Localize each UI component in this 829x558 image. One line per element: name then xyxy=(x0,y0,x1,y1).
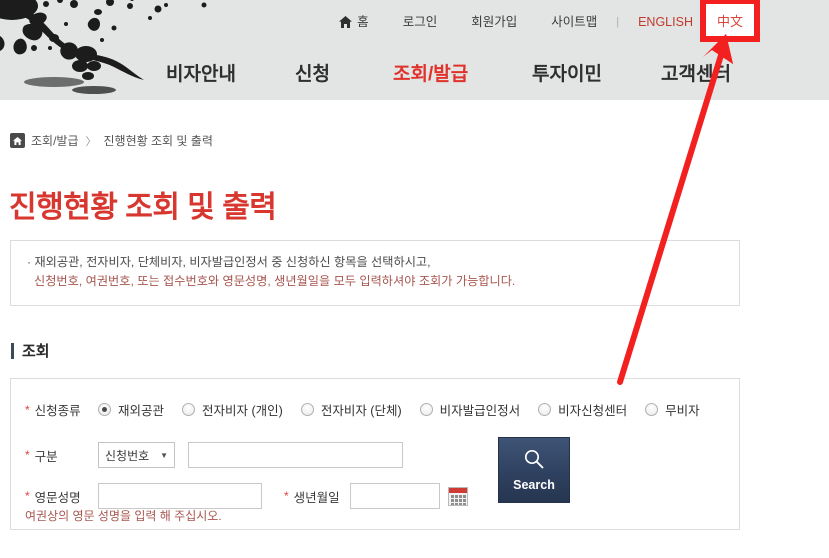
notice-bullet: · xyxy=(27,255,32,269)
application-type-label-cell: * 신청종류 xyxy=(25,400,98,419)
util-nav-home-label: 홈 xyxy=(357,15,369,29)
field-row-name-dob: * 영문성명 * 생년월일 xyxy=(25,483,468,509)
radio-label-0: 재외공관 xyxy=(118,404,165,418)
radio-label-1: 전자비자 (개인) xyxy=(202,404,283,418)
main-nav: 비자안내 신청 조회/발급 투자이민 고객센터 xyxy=(0,46,829,100)
required-mark-application-type: * xyxy=(25,402,30,417)
main-nav-item-customer-center[interactable]: 고객센터 xyxy=(661,59,731,86)
required-mark-birth-date: * xyxy=(284,489,289,503)
gubun-select[interactable]: 신청번호 ▼ xyxy=(98,442,175,468)
radio-dot-icon[interactable] xyxy=(645,403,659,416)
gubun-label-cell: * 구분 xyxy=(25,446,98,465)
home-icon xyxy=(339,16,353,28)
search-button-label: Search xyxy=(513,478,555,492)
breadcrumb-home-icon[interactable] xyxy=(10,133,25,148)
required-mark-gubun: * xyxy=(25,448,30,462)
required-mark-english-name: * xyxy=(25,489,30,503)
birth-date-label: 생년월일 xyxy=(293,490,340,505)
radio-label-3: 비자발급인정서 xyxy=(439,404,521,418)
radio-option-evisa-group[interactable]: 전자비자 (단체) xyxy=(300,400,402,419)
search-form-panel: * 신청종류 재외공관 전자비자 (개인) 전자비자 (단체) 비자발급인정서 xyxy=(10,378,740,530)
breadcrumb-separator: 〉 xyxy=(85,135,97,148)
breadcrumb: 조회/발급 〉 진행현황 조회 및 출력 xyxy=(10,132,213,149)
english-name-hint: 여권상의 영문 성명을 입력 해 주십시오. xyxy=(25,509,222,523)
util-nav-signup[interactable]: 회원가입 xyxy=(454,11,534,33)
application-number-input[interactable] xyxy=(188,442,403,468)
english-name-label-cell: * 영문성명 xyxy=(25,487,98,506)
util-nav-home[interactable]: 홈 xyxy=(335,11,386,33)
calendar-icon-grid xyxy=(450,494,466,505)
util-nav-chinese[interactable]: 中文 xyxy=(700,0,760,42)
birth-date-input[interactable] xyxy=(349,483,440,509)
radio-label-5: 무비자 xyxy=(665,404,700,418)
english-name-input[interactable] xyxy=(98,483,262,509)
breadcrumb-item-1: 진행현황 조회 및 출력 xyxy=(103,134,213,148)
gubun-select-value: 신청번호 xyxy=(105,448,150,463)
chevron-down-icon: ▼ xyxy=(160,450,168,460)
radio-label-4: 비자신청센터 xyxy=(558,404,628,418)
util-nav-separator: | xyxy=(616,16,620,28)
notice-text-1: 재외공관, 전자비자, 단체비자, 비자발급인정서 중 신청하신 항목을 선택하… xyxy=(34,255,431,269)
english-name-label: 영문성명 xyxy=(34,490,81,505)
page-title: 진행현황 조회 및 출력 xyxy=(9,191,277,225)
application-type-label: 신청종류 xyxy=(34,404,81,418)
main-nav-item-apply[interactable]: 신청 xyxy=(295,59,330,86)
radio-dot-icon[interactable] xyxy=(300,403,314,416)
radio-option-visa-issuance-certificate[interactable]: 비자발급인정서 xyxy=(419,400,521,419)
field-row-application-type: * 신청종류 재외공관 전자비자 (개인) 전자비자 (단체) 비자발급인정서 xyxy=(25,400,718,419)
main-nav-item-investment-immigration[interactable]: 투자이민 xyxy=(532,59,602,86)
field-row-gubun: * 구분 신청번호 ▼ xyxy=(25,442,403,468)
main-nav-item-visa-info[interactable]: 비자안내 xyxy=(166,59,236,86)
notice-line-1: · 재외공관, 전자비자, 단체비자, 비자발급인정서 중 신청하신 항목을 선… xyxy=(27,253,723,272)
notice-box: · 재외공관, 전자비자, 단체비자, 비자발급인정서 중 신청하신 항목을 선… xyxy=(10,240,740,306)
util-nav-sitemap[interactable]: 사이트맵 xyxy=(534,11,614,33)
birth-date-label-cell: * 생년월일 xyxy=(284,487,340,506)
notice-line-2: 신청번호, 여권번호, 또는 접수번호와 영문성명, 생년월일을 모두 입력하셔… xyxy=(34,274,516,288)
util-nav-english[interactable]: ENGLISH xyxy=(621,11,710,33)
radio-option-no-visa[interactable]: 무비자 xyxy=(645,400,700,419)
radio-option-visa-application-center[interactable]: 비자신청센터 xyxy=(538,400,627,419)
section-title: 조회 xyxy=(22,343,50,360)
radio-dot-icon[interactable] xyxy=(419,403,433,416)
section-header-inquiry: 조회 xyxy=(11,340,50,361)
gubun-label: 구분 xyxy=(34,449,58,464)
page-root: 홈 로그인 회원가입 사이트맵 | ENGLISH 中文 비자안내 신청 조회/… xyxy=(0,0,829,558)
radio-option-overseas-mission[interactable]: 재외공관 xyxy=(98,400,164,419)
radio-dot-icon[interactable] xyxy=(98,403,111,416)
calendar-icon[interactable] xyxy=(447,486,468,506)
search-button[interactable]: Search xyxy=(498,437,570,503)
radio-option-evisa-individual[interactable]: 전자비자 (개인) xyxy=(182,400,283,419)
radio-dot-icon[interactable] xyxy=(182,403,196,416)
calendar-icon-top-bar xyxy=(448,487,467,493)
radio-dot-icon[interactable] xyxy=(538,403,552,416)
search-icon xyxy=(523,448,545,473)
util-nav-login[interactable]: 로그인 xyxy=(386,11,455,33)
breadcrumb-item-0[interactable]: 조회/발급 xyxy=(31,132,79,149)
section-accent-bar xyxy=(11,342,14,359)
radio-label-2: 전자비자 (단체) xyxy=(320,404,402,418)
main-nav-item-inquiry-issue[interactable]: 조회/발급 xyxy=(393,59,468,86)
